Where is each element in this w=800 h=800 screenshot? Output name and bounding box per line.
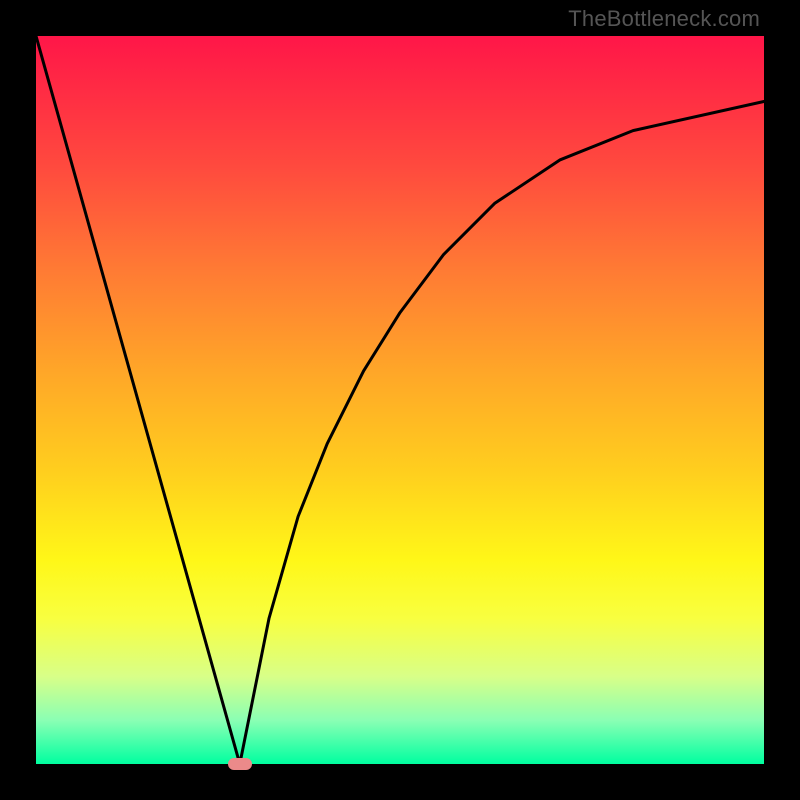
chart-frame: TheBottleneck.com <box>0 0 800 800</box>
watermark-text: TheBottleneck.com <box>568 6 760 32</box>
plot-area <box>36 36 764 764</box>
curve-path <box>36 36 764 764</box>
minimum-marker <box>228 758 252 770</box>
v-curve <box>36 36 764 764</box>
